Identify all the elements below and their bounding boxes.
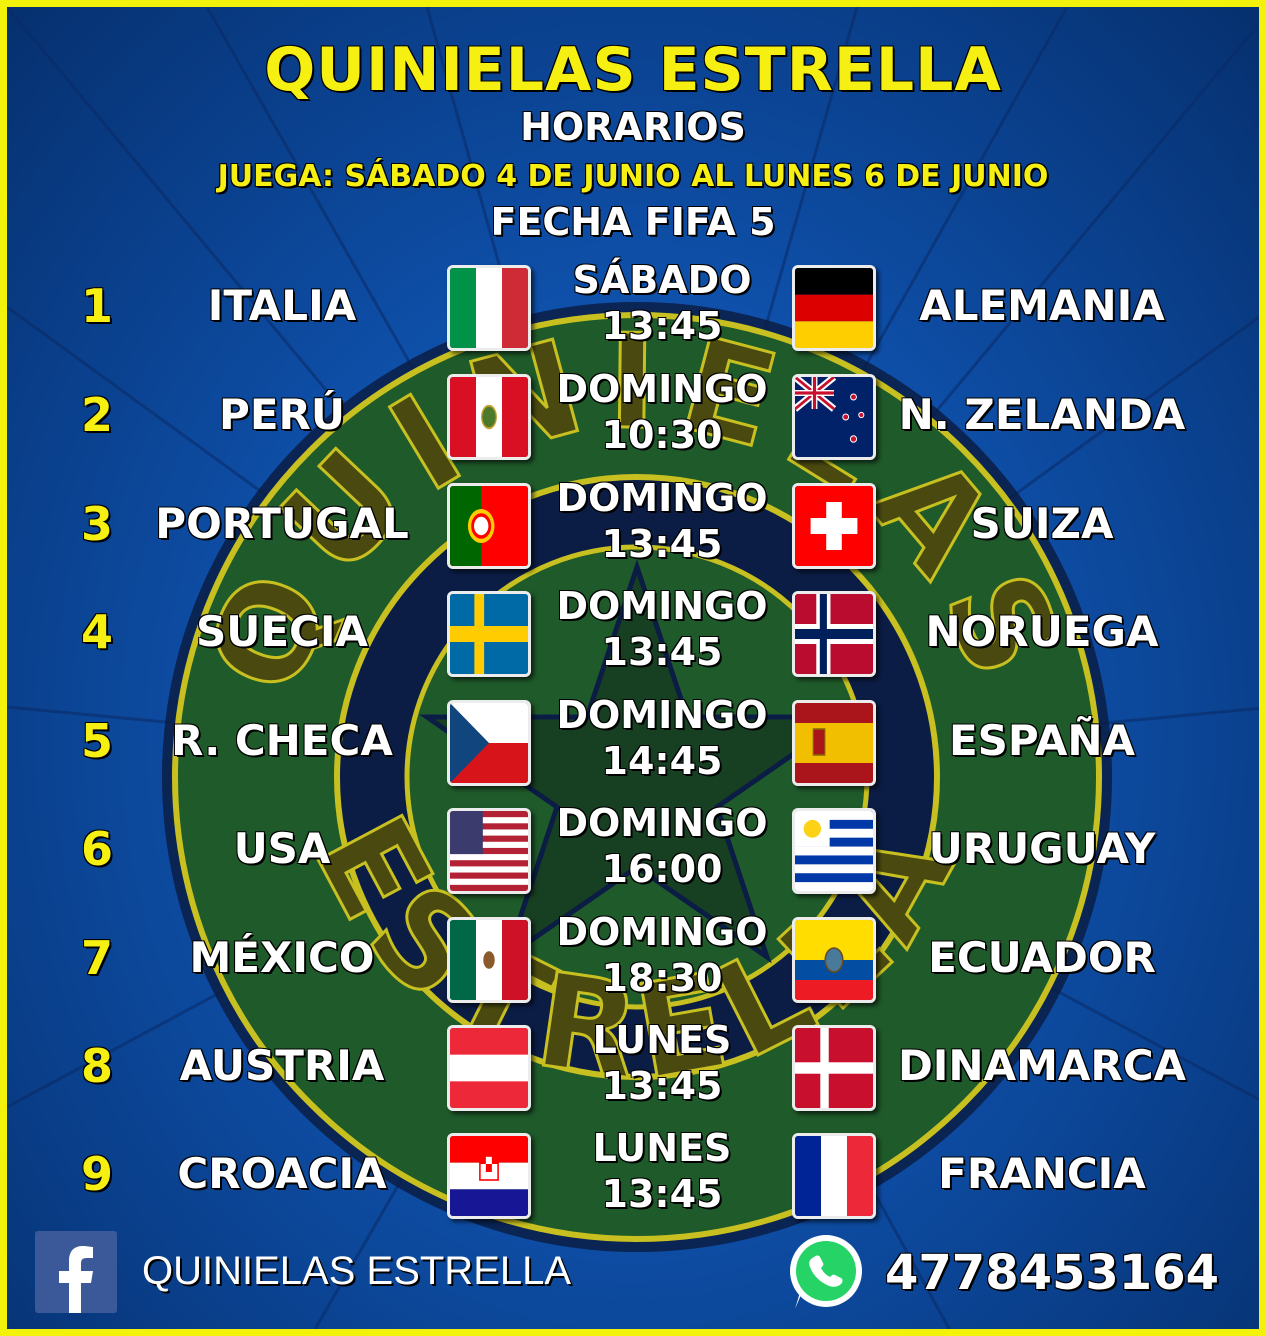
away-team: DINAMARCA — [897, 1041, 1187, 1090]
match-day: DOMINGO — [556, 910, 768, 954]
match-day: DOMINGO — [556, 584, 768, 628]
match-hour: 13:45 — [601, 1064, 723, 1108]
match-day: LUNES — [592, 1126, 732, 1170]
page-title: QUINIELAS ESTRELLA — [264, 35, 1002, 105]
facebook-page-name[interactable]: QUINIELAS ESTRELLA — [142, 1249, 571, 1294]
phone-number[interactable]: 4778453164 — [885, 1245, 1219, 1301]
away-team: SUIZA — [970, 499, 1114, 548]
match-number: 6 — [80, 822, 113, 876]
switzerland-flag-icon — [792, 483, 876, 569]
footer: QUINIELAS ESTRELLA 4778453164 — [7, 1225, 1259, 1325]
home-team: MÉXICO — [189, 933, 375, 982]
match-time: LUNES 13:45 — [537, 1017, 787, 1109]
match-hour: 14:45 — [601, 739, 723, 783]
match-day: DOMINGO — [556, 367, 768, 411]
home-team: ITALIA — [207, 281, 357, 330]
match-time: DOMINGO 14:45 — [537, 692, 787, 784]
portugal-flag-icon — [447, 483, 531, 569]
away-team: ECUADOR — [928, 933, 1156, 982]
facebook-icon[interactable] — [35, 1231, 117, 1313]
new-zealand-flag-icon — [792, 374, 876, 460]
denmark-flag-icon — [792, 1025, 876, 1111]
match-day: SÁBADO — [572, 258, 752, 302]
uruguay-flag-icon — [792, 808, 876, 894]
match-row: 9 CROACIA LUNES 13:45 FRANCIA — [7, 1125, 1259, 1225]
match-row: 5 R. CHECA DOMINGO 14:45 ESPAÑA — [7, 692, 1259, 792]
home-team: SUECIA — [196, 607, 368, 656]
match-row: 8 AUSTRIA LUNES 13:45 DINAMARCA — [7, 1017, 1259, 1117]
match-number: 9 — [80, 1147, 113, 1201]
match-hour: 10:30 — [601, 413, 723, 457]
italy-flag-icon — [447, 265, 531, 351]
match-hour: 13:45 — [601, 304, 723, 348]
croatia-flag-icon — [447, 1133, 531, 1219]
page-subtitle: HORARIOS — [520, 105, 746, 149]
match-number: 2 — [80, 388, 113, 442]
match-day: DOMINGO — [556, 801, 768, 845]
usa-flag-icon — [447, 808, 531, 894]
match-number: 8 — [80, 1039, 113, 1093]
play-dates: JUEGA: SÁBADO 4 DE JUNIO AL LUNES 6 DE J… — [217, 159, 1049, 194]
match-time: SÁBADO 13:45 — [537, 257, 787, 349]
germany-flag-icon — [792, 265, 876, 351]
match-time: DOMINGO 18:30 — [537, 909, 787, 1001]
match-hour: 18:30 — [601, 956, 723, 1000]
match-hour: 16:00 — [601, 847, 723, 891]
spain-flag-icon — [792, 700, 876, 786]
sweden-flag-icon — [447, 591, 531, 677]
match-day: DOMINGO — [556, 693, 768, 737]
match-time: DOMINGO 13:45 — [537, 583, 787, 675]
whatsapp-icon[interactable] — [783, 1229, 869, 1315]
home-team: AUSTRIA — [179, 1041, 385, 1090]
france-flag-icon — [792, 1133, 876, 1219]
peru-flag-icon — [447, 374, 531, 460]
match-time: LUNES 13:45 — [537, 1125, 787, 1217]
ecuador-flag-icon — [792, 917, 876, 1003]
match-row: 6 USA DOMINGO 16:00 URUGUAY — [7, 800, 1259, 900]
away-team: FRANCIA — [938, 1149, 1146, 1198]
home-team: PERÚ — [219, 390, 345, 439]
match-hour: 13:45 — [601, 1172, 723, 1216]
match-row: 4 SUECIA DOMINGO 13:45 NORUEGA — [7, 583, 1259, 683]
fecha-label: FECHA FIFA 5 — [490, 200, 776, 244]
match-number: 3 — [80, 497, 113, 551]
match-number: 1 — [80, 279, 113, 333]
match-time: DOMINGO 16:00 — [537, 800, 787, 892]
match-hour: 13:45 — [601, 630, 723, 674]
match-row: 2 PERÚ DOMINGO 10:30 N. ZELANDA — [7, 366, 1259, 466]
match-row: 1 ITALIA SÁBADO 13:45 ALEMANIA — [7, 257, 1259, 357]
match-hour: 13:45 — [601, 522, 723, 566]
home-team: USA — [233, 824, 331, 873]
match-row: 7 MÉXICO DOMINGO 18:30 ECUADOR — [7, 909, 1259, 1009]
away-team: ALEMANIA — [919, 281, 1165, 330]
match-number: 4 — [80, 605, 113, 659]
czech-flag-icon — [447, 700, 531, 786]
match-day: DOMINGO — [556, 476, 768, 520]
away-team: ESPAÑA — [948, 716, 1136, 765]
mexico-flag-icon — [447, 917, 531, 1003]
match-time: DOMINGO 10:30 — [537, 366, 787, 458]
home-team: PORTUGAL — [155, 499, 409, 548]
away-team: URUGUAY — [928, 824, 1156, 873]
home-team: R. CHECA — [171, 716, 393, 765]
match-number: 5 — [80, 714, 113, 768]
match-time: DOMINGO 13:45 — [537, 475, 787, 567]
poster: QUINIELAS ESTRELLA QUINIELAS ESTRELLA HO… — [0, 0, 1266, 1336]
match-row: 3 PORTUGAL DOMINGO 13:45 SUIZA — [7, 475, 1259, 575]
match-number: 7 — [80, 931, 113, 985]
norway-flag-icon — [792, 591, 876, 677]
austria-flag-icon — [447, 1025, 531, 1111]
away-team: N. ZELANDA — [898, 390, 1186, 439]
away-team: NORUEGA — [925, 607, 1159, 656]
match-day: LUNES — [592, 1018, 732, 1062]
home-team: CROACIA — [177, 1149, 387, 1198]
